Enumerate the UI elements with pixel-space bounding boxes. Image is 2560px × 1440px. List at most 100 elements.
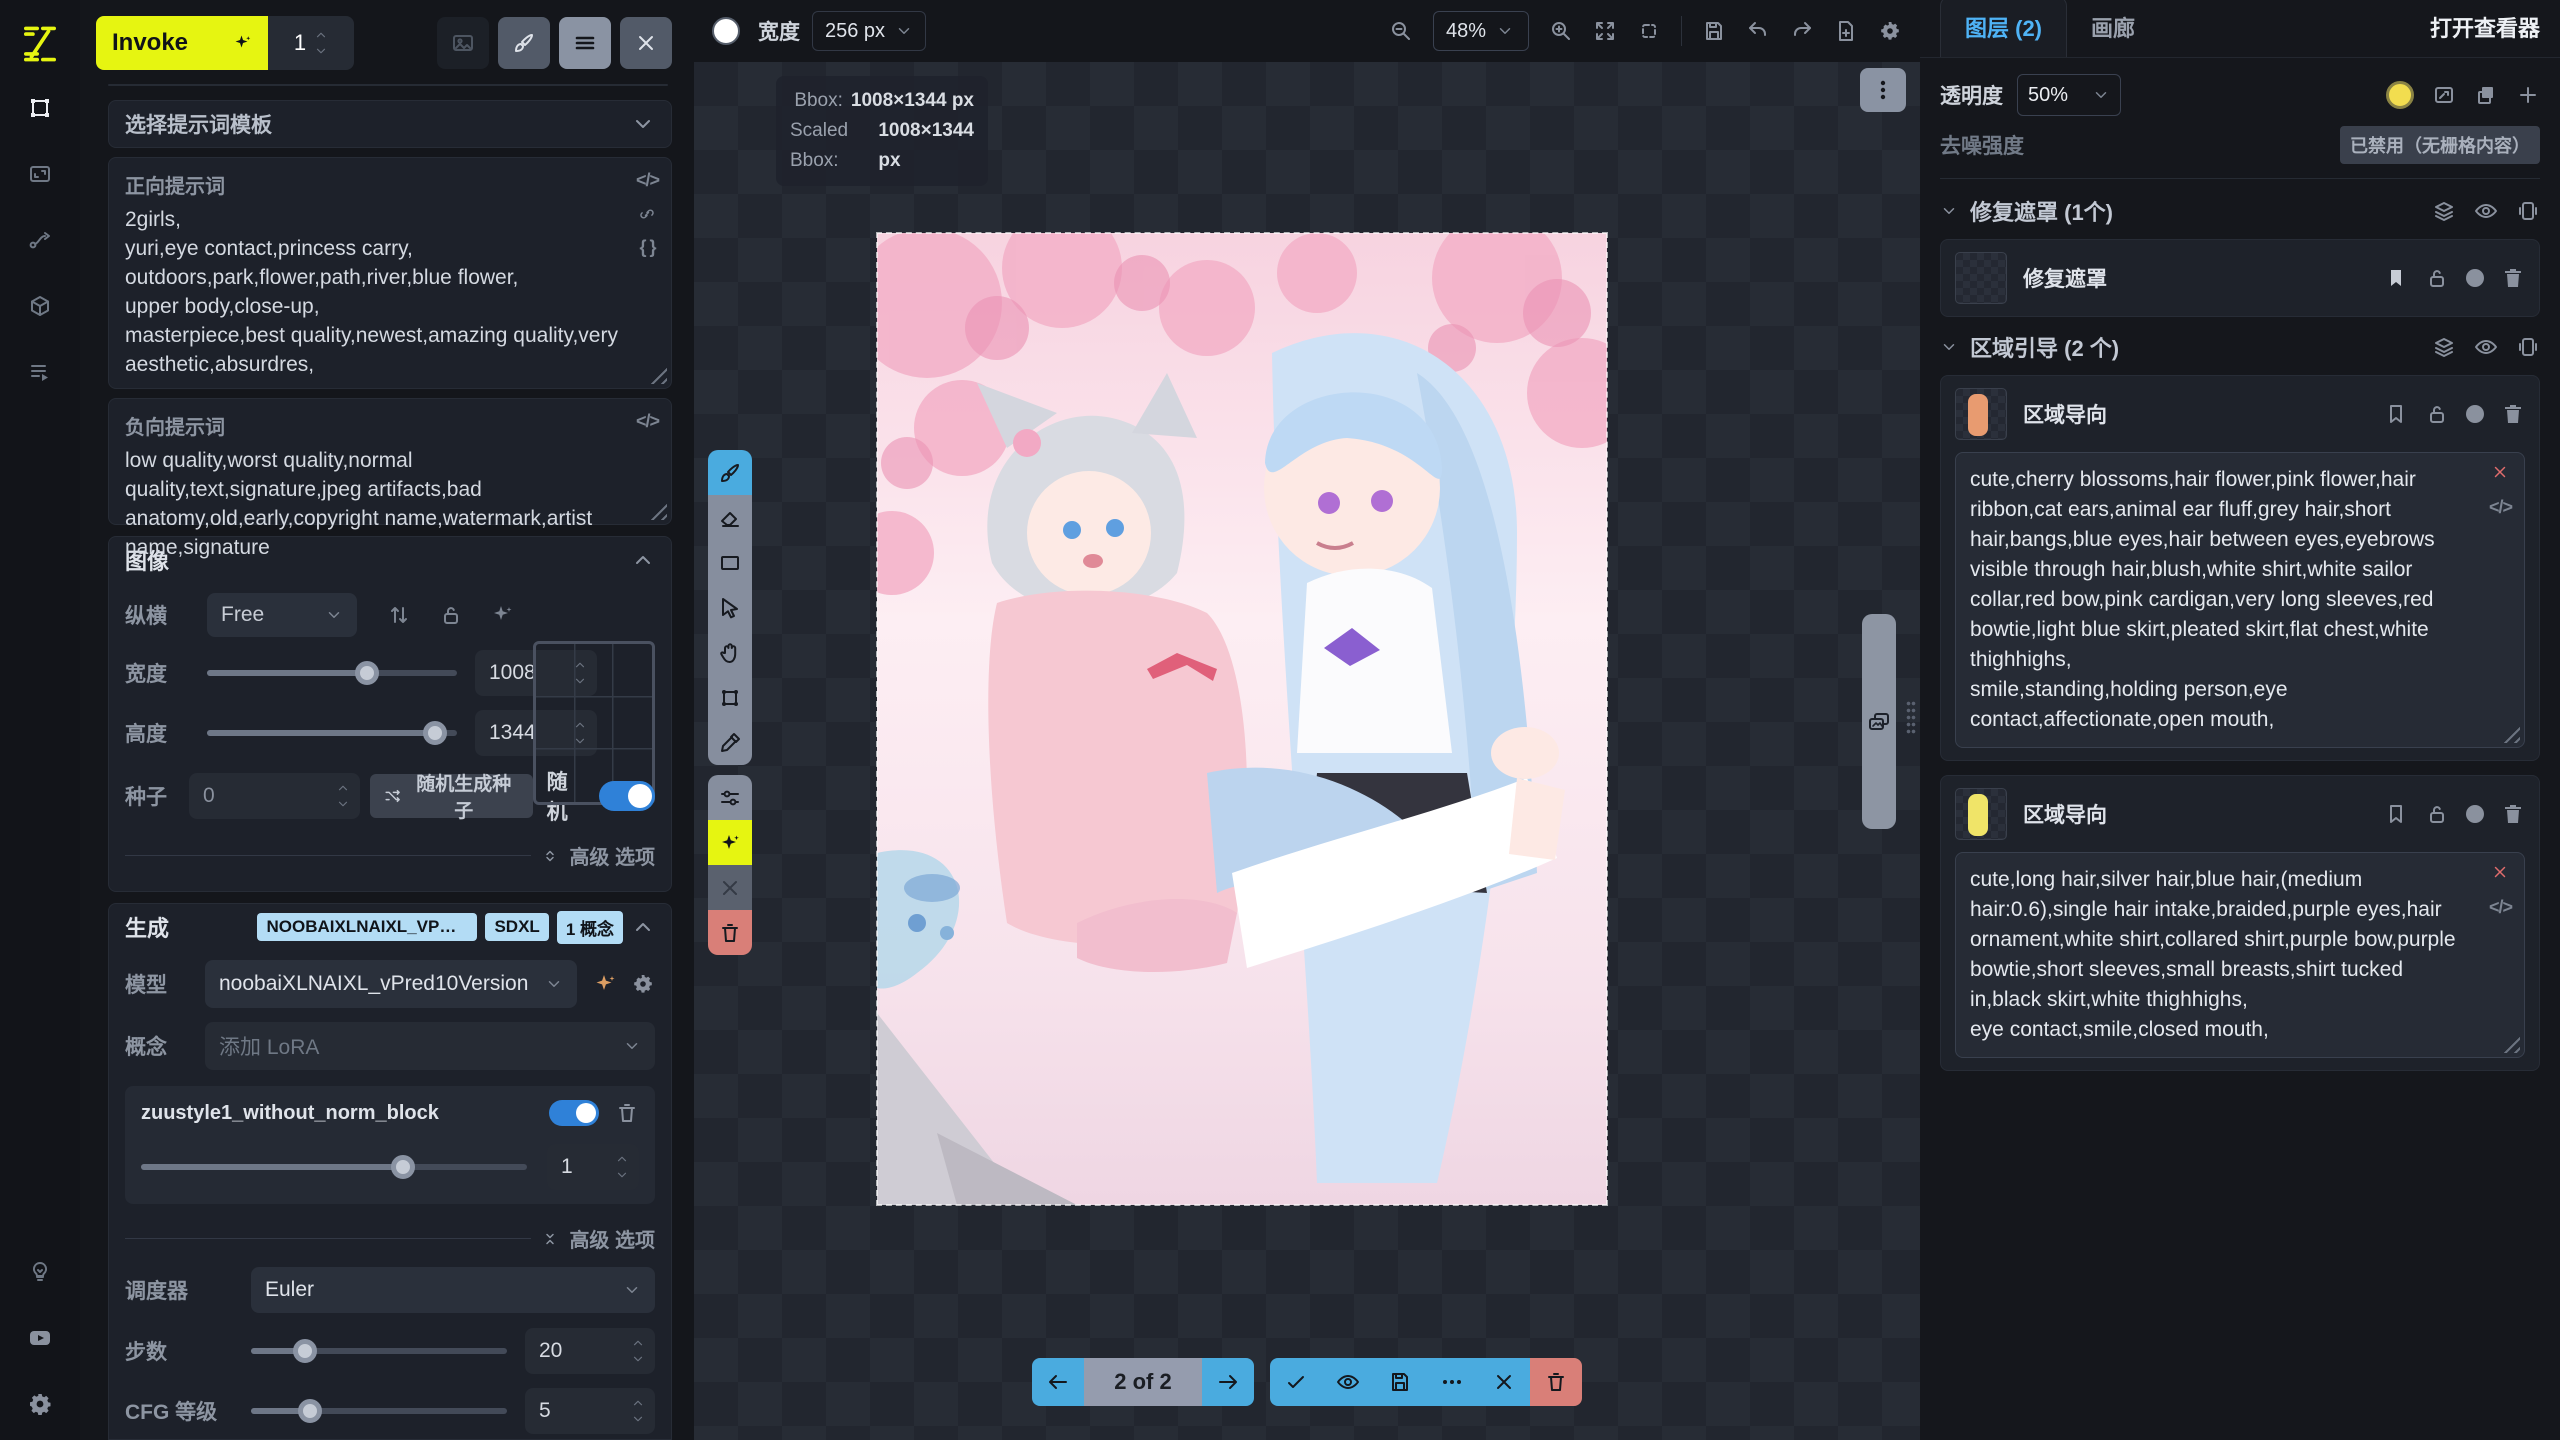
brush-color-swatch[interactable] [712,17,740,45]
nav-workflows[interactable] [18,218,62,262]
close-panel-button[interactable] [620,17,672,69]
seed-input[interactable]: 0 [189,773,360,819]
advanced-options-toggle[interactable]: 高级 选项 [569,1224,655,1253]
generated-image[interactable] [877,233,1607,1205]
positive-prompt-input[interactable]: 2girls, yuri,eye contact,princess carry,… [125,205,619,379]
increment-icon[interactable] [314,28,328,42]
zoom-out-icon[interactable] [1389,19,1413,43]
preview-toggle-button[interactable] [1322,1358,1374,1406]
randomize-seed-button[interactable]: 随机生成种子 [370,774,533,818]
rect-tool[interactable] [708,540,752,585]
canvas-menu-kebab-button[interactable] [1860,68,1906,112]
bbox-tool[interactable] [708,675,752,720]
iterations-input[interactable]: 1 [268,16,354,70]
fit-bbox-icon[interactable] [1637,19,1661,43]
discard-all-button[interactable] [1530,1358,1582,1406]
regional-prompt-text[interactable]: cute,long hair,silver hair,blue hair,(me… [1970,865,2468,1045]
advanced-options-toggle[interactable]: 高级 选项 [569,841,655,870]
bookmark-icon[interactable] [2384,402,2408,426]
link-icon[interactable] [638,205,656,223]
lock-icon[interactable] [2425,402,2449,426]
mask-color-dot[interactable] [2466,269,2484,287]
canvas-settings-gear-icon[interactable] [1878,19,1902,43]
eraser-tool[interactable] [708,495,752,540]
lora-weight-slider[interactable] [141,1164,527,1170]
tab-layers[interactable]: 图层 (2) [1940,0,2067,57]
nav-models[interactable] [18,284,62,328]
zoom-level-select[interactable]: 48% [1433,11,1529,51]
lock-aspect-icon[interactable] [439,603,463,627]
steps-input[interactable]: 20 [525,1328,655,1374]
lora-weight-input[interactable]: 1 [547,1144,639,1190]
inpaint-mask-layer-row[interactable]: 修复遮罩 [1940,239,2540,317]
aspect-select[interactable]: Free [207,593,357,637]
nav-upscaling[interactable] [18,152,62,196]
cancel-staging-button[interactable] [1478,1358,1530,1406]
collapse-icon[interactable] [631,915,655,939]
open-viewer-button[interactable]: 打开查看器 [2430,11,2540,57]
view-code-icon[interactable]: </> [2489,497,2512,518]
regional-guidance-section-header[interactable]: 区域引导 (2 个) [1940,327,2540,367]
next-image-button[interactable] [1202,1358,1254,1406]
merge-layers-icon[interactable] [2432,199,2456,223]
remove-prompt-icon[interactable] [2491,863,2509,881]
random-seed-toggle[interactable] [599,781,655,811]
delete-layer-icon[interactable] [2501,802,2525,826]
cfg-input[interactable]: 5 [525,1388,655,1434]
view-code-icon[interactable]: </> [636,411,659,432]
bookmark-icon[interactable] [2384,802,2408,826]
resize-grip[interactable] [649,366,667,384]
visibility-eye-icon[interactable] [2474,335,2498,359]
viewer-mode-button[interactable] [437,17,489,69]
cfg-slider[interactable] [251,1408,507,1414]
swap-dimensions-icon[interactable] [387,603,411,627]
visibility-eye-icon[interactable] [2474,199,2498,223]
layer-color-swatch[interactable] [2386,81,2414,109]
opacity-select[interactable]: 50% [2017,74,2121,116]
mask-color-dot[interactable] [2466,805,2484,823]
lora-delete-icon[interactable] [615,1101,639,1125]
brush-tool[interactable] [708,450,752,495]
delete-tool[interactable] [708,910,752,955]
prompt-template-selector[interactable]: 选择提示词模板 [108,100,672,148]
model-select[interactable]: noobaiXLNAIXL_vPred10Version [205,960,577,1008]
negative-prompt-input[interactable]: low quality,worst quality,normal quality… [125,446,619,562]
panel-resize-handle[interactable] [1906,700,1916,736]
delete-layer-icon[interactable] [2501,402,2525,426]
nav-canvas[interactable] [18,86,62,130]
video-tutorials-icon[interactable] [18,1316,62,1360]
save-staged-image-button[interactable] [1374,1358,1426,1406]
width-slider[interactable] [207,670,457,676]
curly-braces-icon[interactable]: { } [639,237,655,258]
resize-grip[interactable] [2502,725,2520,743]
accept-image-button[interactable] [1270,1358,1322,1406]
remove-prompt-icon[interactable] [2491,463,2509,481]
add-lora-select[interactable]: 添加 LoRA [205,1022,655,1070]
brush-width-select[interactable]: 256 px [812,11,926,51]
nav-queue[interactable] [18,350,62,394]
optimize-size-icon[interactable] [491,603,515,627]
redo-icon[interactable] [1790,19,1814,43]
add-layer-icon[interactable] [2516,83,2540,107]
decrement-icon[interactable] [314,44,328,58]
new-from-bbox-icon[interactable] [2516,335,2540,359]
scheduler-select[interactable]: Euler [251,1267,655,1313]
fit-to-screen-icon[interactable] [1593,19,1617,43]
model-sparkle-icon[interactable] [593,972,617,996]
height-slider[interactable] [207,730,457,736]
prev-image-button[interactable] [1032,1358,1084,1406]
lora-enabled-toggle[interactable] [549,1100,599,1126]
gallery-toggle-pill[interactable] [1862,614,1896,829]
mask-color-dot[interactable] [2466,405,2484,423]
fit-layer-icon[interactable] [2432,83,2456,107]
new-from-bbox-icon[interactable] [2516,199,2540,223]
zoom-in-icon[interactable] [1549,19,1573,43]
undo-icon[interactable] [1746,19,1770,43]
regional-prompt-text[interactable]: cute,cherry blossoms,hair flower,pink fl… [1970,465,2468,735]
regional-guidance-layer-row[interactable]: 区域导向 cute,cherry blossoms,hair flower,pi… [1940,375,2540,761]
move-tool[interactable] [708,585,752,630]
canvas-mode-button[interactable] [498,17,550,69]
staging-more-button[interactable] [1426,1358,1478,1406]
tab-gallery[interactable]: 画廊 [2067,0,2159,57]
resize-grip[interactable] [2502,1035,2520,1053]
